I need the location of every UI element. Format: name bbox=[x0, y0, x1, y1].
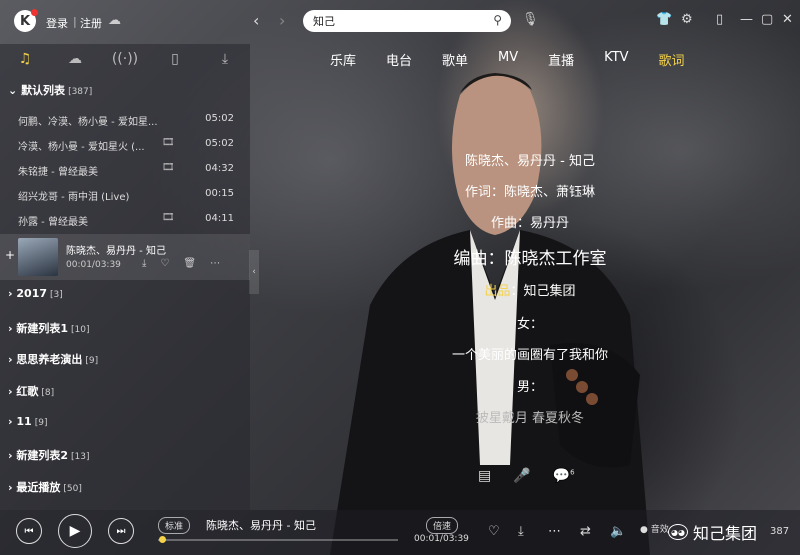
microphone-icon[interactable]: 🎙 bbox=[522, 12, 539, 27]
chevron-right-icon: › bbox=[8, 287, 13, 300]
quality-selector[interactable]: 标准 bbox=[158, 517, 191, 534]
player-song-title: 陈晓杰、易丹丹 - 知己 bbox=[206, 519, 316, 532]
lyric-line: 出品：知己集团 bbox=[484, 284, 576, 299]
tab-ktv[interactable]: KTV bbox=[604, 50, 628, 69]
top-bar: K 登录 | 注册 ☁ ‹ › ⚲ 🎙 👕 ⚙ ▯ — ▢ ✕ bbox=[0, 0, 800, 44]
song-row[interactable]: 孙露 - 曾经最美 🎞 04:11 bbox=[18, 208, 240, 232]
search-icon[interactable]: ⚲ bbox=[493, 13, 502, 27]
register-link[interactable]: 注册 bbox=[80, 15, 102, 31]
playlist-group[interactable]: › 红歌 [8] bbox=[8, 383, 54, 399]
sound-effect-button[interactable]: ● 音效 bbox=[640, 522, 669, 535]
chevron-right-icon: › bbox=[8, 415, 13, 428]
sidebar-collapse-handle[interactable]: ‹ bbox=[249, 250, 259, 294]
playlist-group[interactable]: › 11 [9] bbox=[8, 415, 47, 428]
lyric-line: 陈晓杰、易丹丹 - 知己 bbox=[465, 154, 595, 169]
player-bar: ⏮ ▶ ⏭ 标准 陈晓杰、易丹丹 - 知己 倍速 00:01/03:39 ♡ ⤓… bbox=[0, 510, 800, 555]
settings-gear-icon[interactable]: ⚙ bbox=[681, 12, 693, 27]
tab-playlists[interactable]: 歌单 bbox=[442, 50, 468, 69]
lyric-line: 作词：陈晓杰、萧钰琳 bbox=[464, 185, 595, 200]
search-box[interactable]: ⚲ bbox=[303, 10, 511, 32]
mv-film-icon[interactable]: 🎞 bbox=[162, 212, 175, 223]
sidebar-tabs: ♫ ☁ ((·)) ▯ ⤓ bbox=[0, 44, 250, 74]
comments-icon[interactable]: 💬6 bbox=[553, 468, 575, 484]
song-row[interactable]: 绍兴龙哥 - 雨中泪 (Live) 00:15 bbox=[18, 183, 240, 207]
playlist-sidebar: ♫ ☁ ((·)) ▯ ⤓ ⌄ 默认列表 [387] 何鹏、冷漠、杨小曼 - 爱如… bbox=[0, 44, 250, 510]
watermark: ◕◕ 知己集团 bbox=[668, 520, 757, 544]
playlist-group[interactable]: › 思思养老演出 [9] bbox=[8, 351, 98, 367]
lyric-tools: ▤ 🎤 💬6 bbox=[478, 468, 575, 484]
main-nav: 乐库 电台 歌单 MV 直播 KTV 歌词 bbox=[330, 50, 715, 69]
progress-knob[interactable] bbox=[159, 536, 167, 543]
lyric-poster-icon[interactable]: ▤ bbox=[478, 468, 491, 484]
login-separator: | bbox=[73, 15, 77, 28]
play-icon[interactable]: ▶ bbox=[58, 514, 92, 548]
music-note-icon[interactable]: ♫ bbox=[0, 44, 50, 74]
tab-live[interactable]: 直播 bbox=[548, 50, 574, 69]
comments-badge: 6 bbox=[570, 468, 575, 477]
chevron-right-icon: › bbox=[8, 481, 13, 494]
heart-icon[interactable]: ♡ bbox=[160, 258, 169, 269]
chevron-right-icon: › bbox=[8, 353, 13, 366]
previous-track-icon[interactable]: ⏮ bbox=[16, 518, 42, 544]
lyric-line-current: 编曲：陈晓杰工作室 bbox=[453, 249, 607, 269]
player-time: 00:01/03:39 bbox=[414, 534, 469, 544]
chevron-right-icon: › bbox=[8, 385, 13, 398]
device-icon[interactable]: ▯ bbox=[150, 44, 200, 74]
maximize-icon[interactable]: ▢ bbox=[761, 12, 773, 27]
loop-mode-icon[interactable]: ⇄ bbox=[580, 524, 591, 539]
song-row[interactable]: 朱铭捷 - 曾经最美 🎞 04:32 bbox=[18, 158, 240, 182]
lyric-line: 作曲：易丹丹 bbox=[490, 216, 569, 231]
album-thumbnail bbox=[18, 238, 58, 276]
add-icon[interactable]: + bbox=[5, 248, 15, 262]
speed-selector[interactable]: 倍速 bbox=[426, 517, 459, 534]
lyric-line: 男： bbox=[516, 380, 543, 395]
minimize-icon[interactable]: — bbox=[740, 12, 753, 27]
broadcast-icon[interactable]: ((·)) bbox=[100, 44, 150, 74]
tab-lyrics[interactable]: 歌词 bbox=[659, 50, 685, 69]
forward-arrow-icon[interactable]: › bbox=[279, 11, 285, 30]
download-icon[interactable]: ⤓ bbox=[200, 44, 250, 74]
mv-film-icon[interactable]: 🎞 bbox=[162, 137, 175, 148]
cloud-sync-icon[interactable]: ☁ bbox=[108, 13, 121, 28]
cloud-icon[interactable]: ☁ bbox=[50, 44, 100, 74]
skin-shirt-icon[interactable]: 👕 bbox=[656, 12, 672, 27]
progress-bar[interactable] bbox=[158, 536, 398, 543]
chevron-down-icon: ⌄ bbox=[8, 84, 18, 97]
now-playing-actions: ⤓ ♡ 🗑 ⋯ bbox=[142, 258, 220, 269]
tab-mv[interactable]: MV bbox=[498, 50, 518, 69]
wechat-icon: ◕◕ bbox=[668, 524, 688, 540]
lyric-line: 披星戴月 春夏秋冬 bbox=[475, 411, 585, 426]
download-icon[interactable]: ⤓ bbox=[518, 524, 524, 539]
playlist-group[interactable]: › 新建列表1 [10] bbox=[8, 320, 90, 336]
mv-film-icon[interactable]: 🎞 bbox=[162, 162, 175, 173]
playlist-group[interactable]: › 新建列表2 [13] bbox=[8, 447, 90, 463]
playlist-group[interactable]: › 最近播放 [50] bbox=[8, 479, 82, 495]
volume-icon[interactable]: 🔈 bbox=[610, 524, 626, 539]
playlist-count[interactable]: 387 bbox=[770, 526, 789, 537]
chevron-right-icon: › bbox=[8, 449, 13, 462]
tab-library[interactable]: 乐库 bbox=[330, 50, 356, 69]
chevron-right-icon: › bbox=[8, 322, 13, 335]
lyric-line: 女： bbox=[516, 317, 543, 332]
back-arrow-icon[interactable]: ‹ bbox=[253, 11, 259, 30]
more-icon[interactable]: ⋯ bbox=[548, 524, 561, 539]
like-heart-icon[interactable]: ♡ bbox=[488, 524, 500, 539]
notification-dot bbox=[31, 9, 38, 16]
lyric-line: 一个美丽的画圈有了我和你 bbox=[451, 348, 608, 363]
song-row[interactable]: 何鹏、冷漠、杨小曼 - 爱如星... 05:02 bbox=[18, 108, 240, 132]
karaoke-mic-icon[interactable]: 🎤 bbox=[513, 468, 530, 484]
mini-mode-icon[interactable]: ▯ bbox=[716, 12, 723, 27]
search-input[interactable] bbox=[313, 14, 473, 28]
close-icon[interactable]: ✕ bbox=[782, 12, 793, 27]
song-row[interactable]: 冷漠、杨小曼 - 爱如星火 (... 🎞 05:02 bbox=[18, 133, 240, 157]
next-track-icon[interactable]: ⏭ bbox=[108, 518, 134, 544]
more-icon[interactable]: ⋯ bbox=[210, 258, 220, 269]
now-playing-row[interactable]: + 陈晓杰、易丹丹 - 知己 00:01/03:39 ⤓ ♡ 🗑 ⋯ bbox=[0, 234, 250, 280]
download-icon[interactable]: ⤓ bbox=[142, 258, 146, 269]
tab-radio[interactable]: 电台 bbox=[386, 50, 412, 69]
login-link[interactable]: 登录 bbox=[46, 15, 68, 31]
trash-icon[interactable]: 🗑 bbox=[183, 258, 196, 269]
playlist-group-default[interactable]: ⌄ 默认列表 [387] bbox=[8, 82, 92, 98]
playlist-group[interactable]: › 2017 [3] bbox=[8, 287, 63, 300]
